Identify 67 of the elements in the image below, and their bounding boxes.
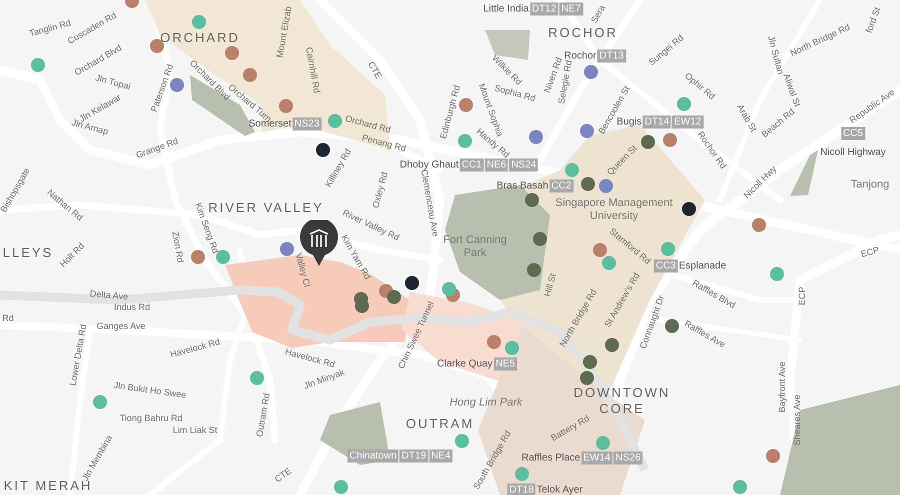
road-label: Tiong Bahru Rd — [120, 413, 182, 423]
line-code: CC3 — [654, 260, 678, 272]
station-name: Little India — [483, 2, 529, 16]
road-label: Havelock Rd — [169, 336, 221, 360]
road-label: CTE — [272, 466, 294, 484]
line-code: NS23 — [292, 118, 322, 130]
place-label: Singapore Management University — [554, 197, 674, 223]
place-label: Hong Lim Park — [450, 396, 522, 410]
line-code: DT19 — [400, 450, 428, 462]
line-code: DT14 — [642, 116, 672, 128]
road-label: Mount Elizab — [274, 6, 294, 58]
road-label: Valley Cl — [294, 252, 312, 288]
road-label: Sheares Ave — [792, 394, 802, 446]
line-code: DT18 — [507, 484, 536, 495]
station-name: Esplanade — [678, 260, 726, 272]
road-label: Hill St — [542, 272, 558, 298]
line-code: CC5 — [841, 127, 865, 140]
line-code: CC1 — [460, 158, 484, 172]
road-label: Jln Minyak — [302, 367, 346, 391]
road-label: Delta Ave — [89, 288, 129, 302]
line-code: CC2 — [549, 180, 574, 192]
district-label: OUTRAM — [406, 416, 474, 432]
road-label: ECP — [860, 244, 880, 260]
road-label: Ganges Ave — [96, 321, 146, 331]
road-label: Jln Bukit Ho Swee — [113, 380, 187, 400]
road-label: Grange Rd — [134, 136, 180, 160]
road-label: ECP — [797, 286, 807, 306]
road-label: Penang Rd — [360, 132, 408, 154]
road-label: Indus Rd — [114, 302, 150, 312]
station-name: Rochor — [564, 50, 596, 62]
road-label: Lim Liak St — [172, 425, 218, 435]
road-label: Outram Rd — [254, 392, 272, 438]
place-label: Tanjong — [850, 178, 890, 192]
road-label: Bayfront Ave — [777, 362, 787, 412]
road-label: Zion Rd — [170, 230, 186, 264]
district-label: RIVER VALLEY — [208, 200, 324, 216]
line-code: DT13 — [597, 50, 626, 62]
line-code: EW12 — [672, 116, 704, 128]
station-name: Raffles Place — [522, 452, 580, 464]
road-label: Clemenceau Ave — [419, 168, 441, 238]
station-name: Dhoby Ghaut — [400, 158, 459, 170]
road-label: Oxley Rd — [370, 170, 390, 210]
station-name: Chinatown — [347, 450, 399, 462]
road-label: ford St — [864, 6, 882, 34]
road-label: North Bridge Rd — [788, 22, 852, 58]
road-label: Orchard Rd — [344, 113, 392, 135]
district-label: DOWNTOWN CORE — [572, 385, 672, 416]
station-name: Bras Basah — [496, 180, 548, 192]
line-code: DT12 — [530, 2, 558, 16]
station-name: Clarke Quay — [436, 358, 493, 370]
line-code: NS26 — [613, 452, 642, 464]
station-name: Telok Ayer — [536, 484, 583, 495]
district-label: LLEYS — [2, 245, 54, 261]
line-code: NE5 — [494, 358, 518, 370]
station-name: Nicoll Highway — [820, 146, 886, 159]
district-label: ORCHARD — [160, 30, 240, 46]
road-label: Rd — [2, 313, 14, 323]
line-code: EW14 — [581, 452, 612, 464]
district-label: ROCHOR — [548, 25, 618, 41]
road-label: Jln Tupai — [94, 72, 132, 92]
road-label: Lower Delta Rd — [68, 324, 88, 386]
road-label: Cairnhill Rd — [304, 46, 322, 94]
line-code: NE4 — [429, 450, 453, 462]
line-code: NE6 — [484, 158, 508, 172]
line-code: NS24 — [509, 158, 538, 172]
line-code: NE7 — [559, 2, 583, 16]
road-label: Holt Rd — [58, 240, 86, 270]
